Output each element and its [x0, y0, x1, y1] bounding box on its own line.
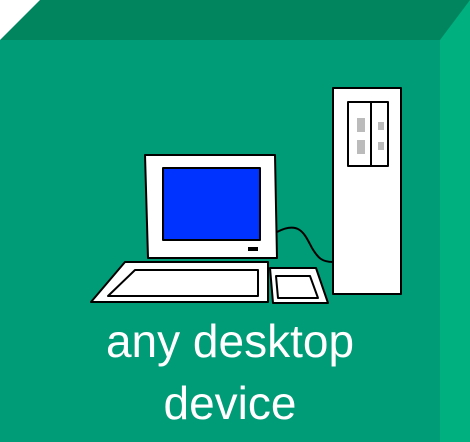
- caption-line-1: any desktop: [105, 315, 355, 367]
- cube-side-face: [440, 0, 470, 442]
- drive-button-4: [357, 140, 365, 154]
- keyboard-keys: [107, 269, 259, 297]
- drive-button-2: [378, 122, 384, 130]
- cube-top-face: [0, 0, 470, 40]
- power-led: [248, 247, 258, 251]
- mouse: [275, 275, 319, 299]
- drive-button-3: [378, 142, 384, 150]
- drive-button-1: [357, 118, 365, 132]
- monitor-screen: [162, 167, 261, 241]
- drive-bay: [347, 101, 389, 167]
- desktop-device-block: any desktop device: [0, 0, 470, 442]
- device-cube: [0, 0, 470, 442]
- caption-line-2: device: [163, 377, 297, 429]
